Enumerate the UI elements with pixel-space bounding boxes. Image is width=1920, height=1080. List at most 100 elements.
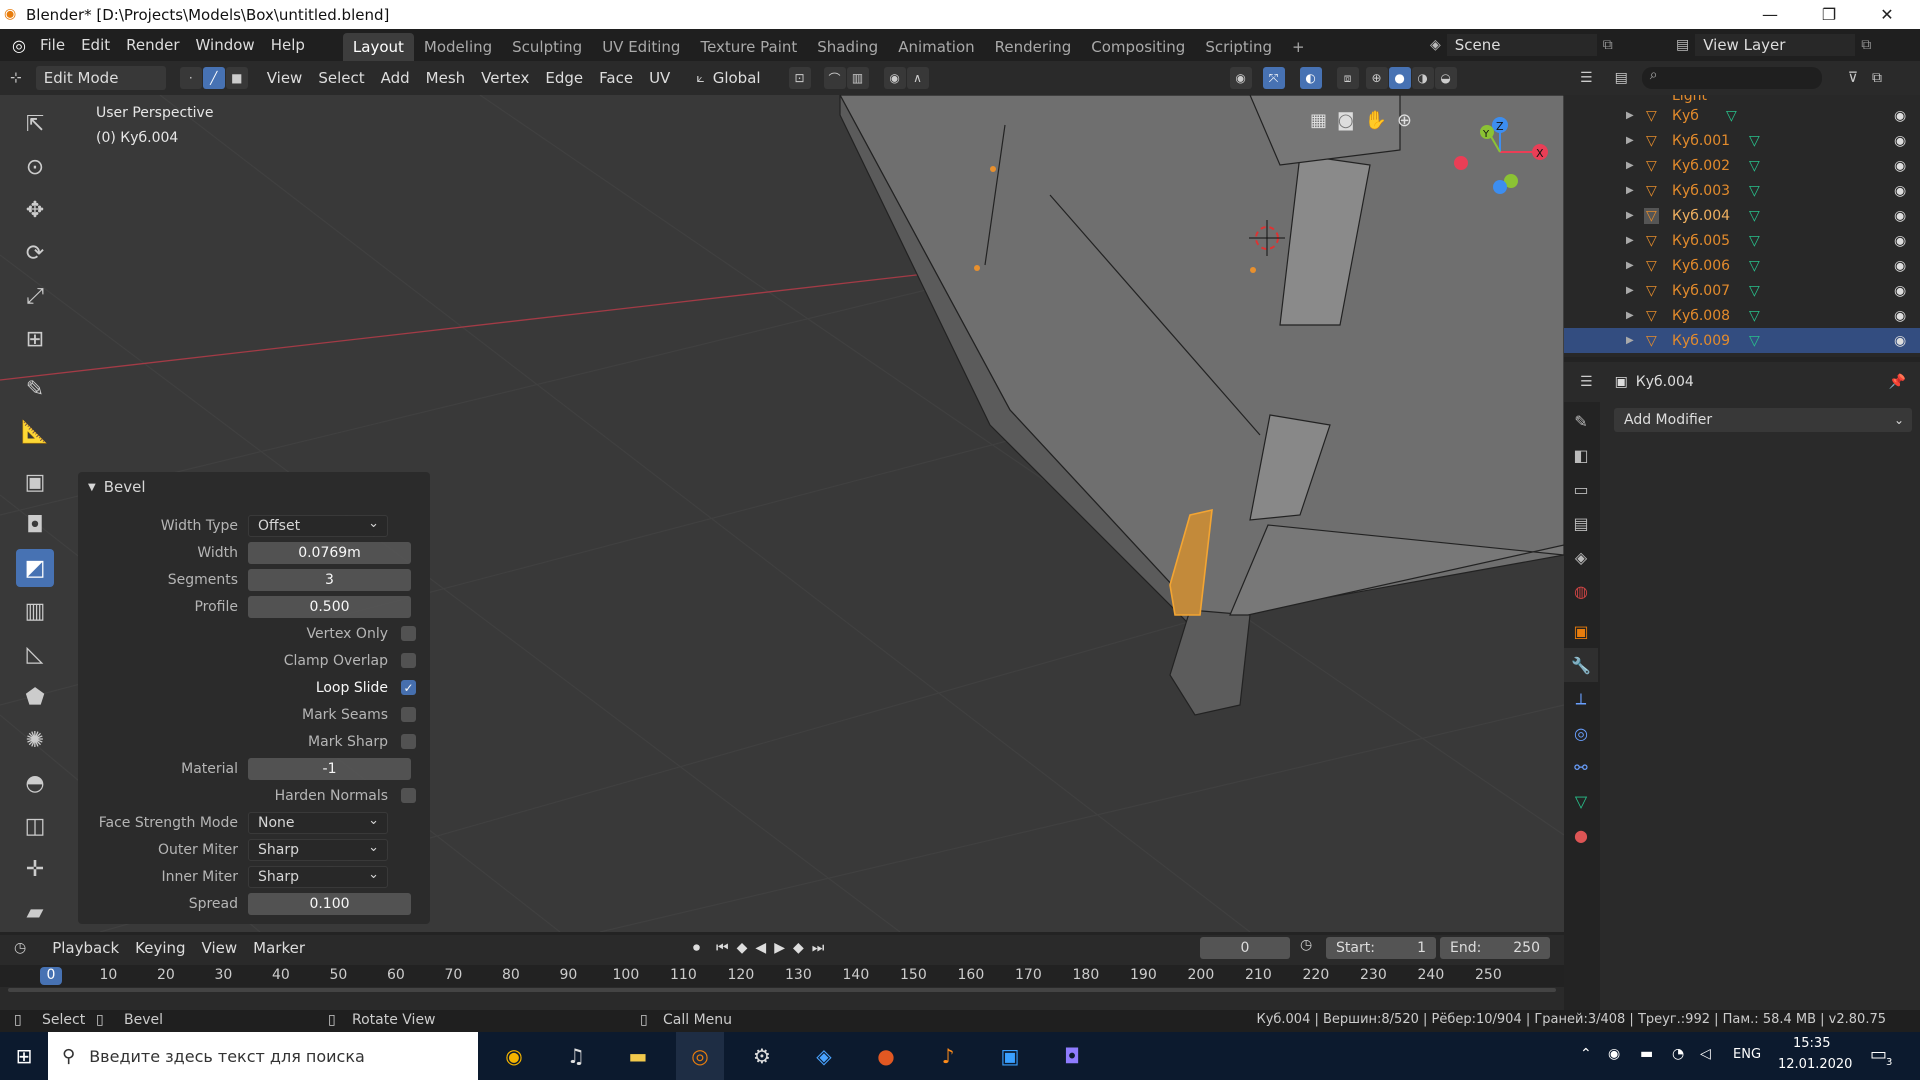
outer-miter-dropdown[interactable]: Sharp — [248, 838, 388, 861]
new-view-layer-icon[interactable]: ⧉ — [1861, 37, 1871, 53]
spin-tool-icon[interactable]: ✺ — [16, 721, 54, 759]
transform-tool-icon[interactable]: ⊞ — [16, 320, 54, 358]
eye-icon[interactable]: ◉ — [1894, 183, 1906, 199]
outliner-row-active[interactable]: ▶ ▽ Куб.004 ▽ ◉ — [1564, 203, 1920, 228]
expand-arrow-icon[interactable]: ▶ — [1626, 210, 1634, 221]
loop-cut-tool-icon[interactable]: ▥ — [16, 592, 54, 630]
particles-tab-icon[interactable]: ⟂ — [1564, 682, 1598, 716]
expand-arrow-icon[interactable]: ▶ — [1626, 110, 1634, 121]
record-icon[interactable]: ⏺ — [693, 940, 700, 956]
orientation-dropdown[interactable]: Global — [705, 69, 769, 87]
camera-view-icon[interactable]: ◙ — [1337, 110, 1354, 131]
annotate-tool-icon[interactable]: ✎ — [16, 370, 54, 408]
menu-edit[interactable]: Edit — [73, 36, 118, 54]
clock-time[interactable]: 15:35 — [1793, 1036, 1830, 1051]
clock-date[interactable]: 12.01.2020 — [1778, 1057, 1852, 1072]
store-app-icon[interactable]: ▣ — [986, 1032, 1034, 1080]
play-reverse-icon[interactable]: ◀ — [755, 940, 766, 956]
expand-arrow-icon[interactable]: ▶ — [1626, 235, 1634, 246]
clamp-overlap-checkbox[interactable] — [401, 653, 416, 668]
pan-hand-icon[interactable]: ✋ — [1364, 110, 1386, 131]
mark-sharp-checkbox[interactable] — [401, 734, 416, 749]
taskbar-search-box[interactable]: ⚲ Введите здесь текст для поиска — [48, 1032, 478, 1080]
tab-animation[interactable]: Animation — [888, 33, 984, 61]
outliner-editor-icon[interactable]: ☰ — [1580, 70, 1593, 86]
blender-taskbar-icon[interactable]: ◎ — [676, 1032, 724, 1080]
select-box-icon[interactable]: ⇱ — [16, 105, 54, 143]
menu-face[interactable]: Face — [591, 69, 641, 87]
gizmo-x-negative-dot[interactable] — [1454, 156, 1468, 170]
tool-tab-icon[interactable]: ✎ — [1564, 404, 1598, 438]
inset-tool-icon[interactable]: ◘ — [16, 506, 54, 544]
add-workspace-button[interactable]: + — [1282, 33, 1315, 61]
extrude-tool-icon[interactable]: ▣ — [16, 463, 54, 501]
shear-tool-icon[interactable]: ▰ — [16, 893, 54, 931]
menu-playback[interactable]: Playback — [44, 939, 127, 957]
gizmo-z-negative-dot[interactable] — [1493, 180, 1507, 194]
mesh-data-tab-icon[interactable]: ▽ — [1564, 784, 1598, 818]
minimize-button[interactable]: — — [1747, 0, 1793, 29]
outliner-row[interactable]: ▶ ▽ Куб.003 ▽ ◉ — [1564, 178, 1920, 203]
move-tool-icon[interactable]: ✥ — [16, 191, 54, 229]
new-scene-icon[interactable]: ⧉ — [1603, 37, 1613, 53]
eye-icon[interactable]: ◉ — [1894, 233, 1906, 249]
proportional-edit-icon[interactable]: ◉ — [883, 67, 906, 89]
timeline-scrollbar[interactable] — [0, 985, 1564, 995]
face-select-icon[interactable]: ■ — [225, 67, 248, 89]
menu-file[interactable]: File — [32, 36, 73, 54]
outliner-row[interactable]: ▶ ▽ Куб ▽ ◉ — [1564, 103, 1920, 128]
menu-keying[interactable]: Keying — [127, 939, 193, 957]
menu-edge[interactable]: Edge — [537, 69, 591, 87]
editor-type-icon[interactable]: ⊹ — [10, 70, 22, 86]
gizmo-toggle-icon[interactable]: ⤧ — [1262, 67, 1285, 89]
bevel-panel-header[interactable]: ▼ Bevel — [88, 478, 146, 496]
solid-shading-icon[interactable]: ● — [1388, 67, 1411, 89]
outliner-row[interactable]: ▶ ▽ Куб.007 ▽ ◉ — [1564, 278, 1920, 303]
width-field[interactable]: 0.0769m — [248, 541, 411, 564]
mode-dropdown[interactable]: Edit Mode — [35, 66, 166, 90]
width-type-dropdown[interactable]: Offset — [248, 514, 388, 537]
tab-texture-paint[interactable]: Texture Paint — [690, 33, 807, 61]
tray-app-icon[interactable]: ◉ — [1608, 1046, 1620, 1062]
blender-menu-icon[interactable]: ◎ — [12, 36, 26, 55]
battery-icon[interactable]: ▬ — [1640, 1046, 1653, 1062]
outliner-row-selected[interactable]: ▶ ▽ Куб.009 ▽ ◉ — [1564, 328, 1920, 353]
mark-seams-checkbox[interactable] — [401, 707, 416, 722]
expand-arrow-icon[interactable]: ▶ — [1626, 135, 1634, 146]
collapse-arrow-icon[interactable]: ▼ — [88, 482, 96, 493]
jump-start-icon[interactable]: ⏮ — [716, 940, 729, 956]
expand-arrow-icon[interactable]: ▶ — [1626, 335, 1634, 346]
wireframe-shading-icon[interactable]: ⊕ — [1365, 67, 1388, 89]
knife-tool-icon[interactable]: ◺ — [16, 635, 54, 673]
outliner-row[interactable]: ▶ ▽ Куб.005 ▽ ◉ — [1564, 228, 1920, 253]
loop-slide-checkbox[interactable]: ✓ — [401, 680, 416, 695]
notifications-icon[interactable]: ▭ — [1870, 1044, 1887, 1065]
frame-ruler[interactable]: 0 10 20 30 40 50 60 70 80 90 100 110 120 130 140 150 16… — [0, 965, 1564, 987]
expand-arrow-icon[interactable]: ▶ — [1626, 285, 1634, 296]
playhead[interactable]: 0 — [40, 967, 62, 985]
eye-icon[interactable]: ◉ — [1894, 258, 1906, 274]
origin-icon[interactable]: ● — [862, 1032, 910, 1080]
profile-field[interactable]: 0.500 — [248, 595, 411, 618]
properties-editor-icon[interactable]: ☰ — [1580, 374, 1593, 390]
menu-uv[interactable]: UV — [641, 69, 678, 87]
eye-icon[interactable]: ◉ — [1894, 158, 1906, 174]
menu-marker[interactable]: Marker — [245, 939, 313, 957]
falloff-icon[interactable]: ∧ — [906, 67, 929, 89]
next-keyframe-icon[interactable]: ◆ — [793, 940, 804, 956]
harden-normals-checkbox[interactable] — [401, 788, 416, 803]
measure-tool-icon[interactable]: 📐 — [16, 413, 54, 451]
menu-timeline-view[interactable]: View — [194, 939, 246, 957]
face-strength-dropdown[interactable]: None — [248, 811, 388, 834]
mesh-box[interactable] — [839, 95, 1564, 716]
menu-vertex[interactable]: Vertex — [473, 69, 537, 87]
tab-compositing[interactable]: Compositing — [1081, 33, 1195, 61]
show-hidden-icons[interactable]: ⌃ — [1580, 1046, 1592, 1062]
visibility-icon[interactable]: ◉ — [1229, 67, 1252, 89]
display-mode-icon[interactable]: ▤ — [1615, 70, 1628, 86]
edge-slide-tool-icon[interactable]: ◫ — [16, 807, 54, 845]
add-modifier-dropdown[interactable]: Add Modifier ⌄ — [1614, 408, 1912, 432]
view-layer-selector[interactable]: ▤ View Layer ⧉ — [1676, 33, 1916, 57]
smooth-tool-icon[interactable]: ◓ — [16, 764, 54, 802]
discord-icon[interactable]: ◘ — [1048, 1032, 1096, 1080]
